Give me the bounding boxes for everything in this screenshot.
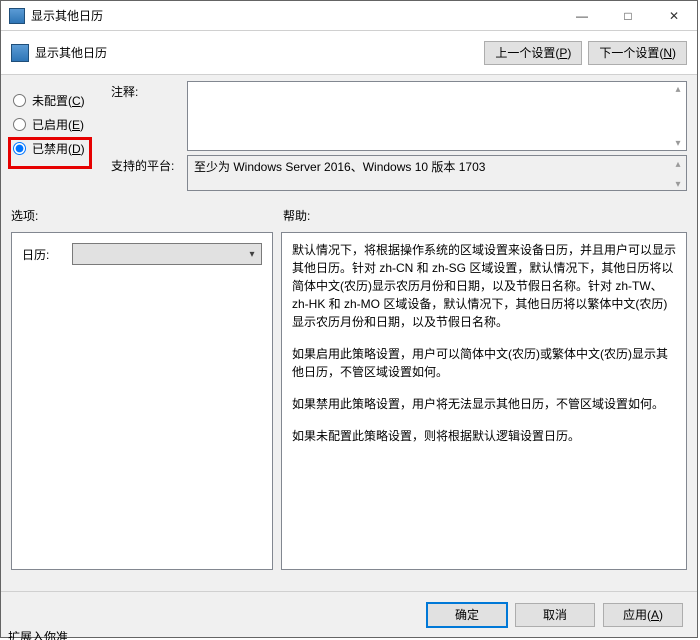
radio-disabled[interactable]: 已禁用(D) xyxy=(11,139,111,157)
lower-panes: 日历: ▾ 默认情况下，将根据操作系统的区域设置来设备日历，并且用户可以显示其他… xyxy=(1,232,697,591)
maximize-button[interactable]: □ xyxy=(605,1,651,31)
help-paragraph-4: 如果未配置此策略设置，则将根据默认逻辑设置日历。 xyxy=(292,427,676,445)
ok-button[interactable]: 确定 xyxy=(427,603,507,627)
close-button[interactable]: ✕ xyxy=(651,1,697,31)
app-icon xyxy=(9,8,25,24)
radio-disabled-label: 已禁用(D) xyxy=(32,140,85,157)
scroll-up-icon[interactable]: ▴ xyxy=(672,84,684,94)
apply-button[interactable]: 应用(A) xyxy=(603,603,683,627)
clipped-background-text: 扩展入你准 xyxy=(8,631,68,640)
radio-not-configured-label: 未配置(C) xyxy=(32,92,85,109)
next-setting-button[interactable]: 下一个设置(N) xyxy=(588,41,687,65)
config-fields: 注释: ▴ ▾ 支持的平台: 至少为 Windows Server 2016、W… xyxy=(111,81,687,195)
close-icon: ✕ xyxy=(669,9,679,23)
options-pane: 日历: ▾ xyxy=(11,232,273,570)
calendar-option-row: 日历: ▾ xyxy=(22,243,262,265)
radio-not-configured[interactable]: 未配置(C) xyxy=(11,91,111,109)
scroll-down-icon[interactable]: ▾ xyxy=(672,178,684,188)
policy-dialog-window: 显示其他日历 — □ ✕ 显示其他日历 上一个设置(P) 下一个设置(N) 未配… xyxy=(0,0,698,638)
cancel-button[interactable]: 取消 xyxy=(515,603,595,627)
radio-disabled-input[interactable] xyxy=(13,142,26,155)
calendar-option-label: 日历: xyxy=(22,246,72,263)
dialog-footer: 确定 取消 应用(A) xyxy=(1,591,697,637)
radio-enabled[interactable]: 已启用(E) xyxy=(11,115,111,133)
comment-row: 注释: ▴ ▾ xyxy=(111,81,687,151)
window-title: 显示其他日历 xyxy=(31,7,103,24)
header-bar: 显示其他日历 上一个设置(P) 下一个设置(N) xyxy=(1,31,697,75)
help-paragraph-1: 默认情况下，将根据操作系统的区域设置来设备日历，并且用户可以显示其他日历。针对 … xyxy=(292,241,676,331)
titlebar: 显示其他日历 — □ ✕ xyxy=(1,1,697,31)
platform-value: 至少为 Windows Server 2016、Windows 10 版本 17… xyxy=(194,160,485,174)
chevron-down-icon: ▾ xyxy=(243,249,261,260)
help-paragraph-3: 如果禁用此策略设置，用户将无法显示其他日历，不管区域设置如何。 xyxy=(292,395,676,413)
calendar-combobox[interactable]: ▾ xyxy=(72,243,262,265)
maximize-icon: □ xyxy=(624,9,631,23)
comment-textarea[interactable]: ▴ ▾ xyxy=(187,81,687,151)
minimize-button[interactable]: — xyxy=(559,1,605,31)
help-label: 帮助: xyxy=(283,207,687,224)
scroll-down-icon[interactable]: ▾ xyxy=(672,138,684,148)
platform-row: 支持的平台: 至少为 Windows Server 2016、Windows 1… xyxy=(111,155,687,191)
radio-not-configured-input[interactable] xyxy=(13,94,26,107)
policy-title: 显示其他日历 xyxy=(35,44,478,61)
help-paragraph-2: 如果启用此策略设置，用户可以简体中文(农历)或繁体中文(农历)显示其他日历，不管… xyxy=(292,345,676,381)
policy-icon xyxy=(11,44,29,62)
options-label: 选项: xyxy=(11,207,283,224)
config-area: 未配置(C) 已启用(E) 已禁用(D) 注释: ▴ ▾ 支持的平台: xyxy=(1,75,697,205)
platform-label: 支持的平台: xyxy=(111,155,187,174)
state-radio-group: 未配置(C) 已启用(E) 已禁用(D) xyxy=(11,81,111,195)
scroll-up-icon[interactable]: ▴ xyxy=(672,158,684,168)
supported-platform-text: 至少为 Windows Server 2016、Windows 10 版本 17… xyxy=(187,155,687,191)
comment-label: 注释: xyxy=(111,81,187,100)
previous-setting-button[interactable]: 上一个设置(P) xyxy=(484,41,582,65)
minimize-icon: — xyxy=(576,9,588,23)
radio-enabled-input[interactable] xyxy=(13,118,26,131)
help-pane: 默认情况下，将根据操作系统的区域设置来设备日历，并且用户可以显示其他日历。针对 … xyxy=(281,232,687,570)
radio-enabled-label: 已启用(E) xyxy=(32,116,84,133)
section-labels: 选项: 帮助: xyxy=(1,205,697,232)
